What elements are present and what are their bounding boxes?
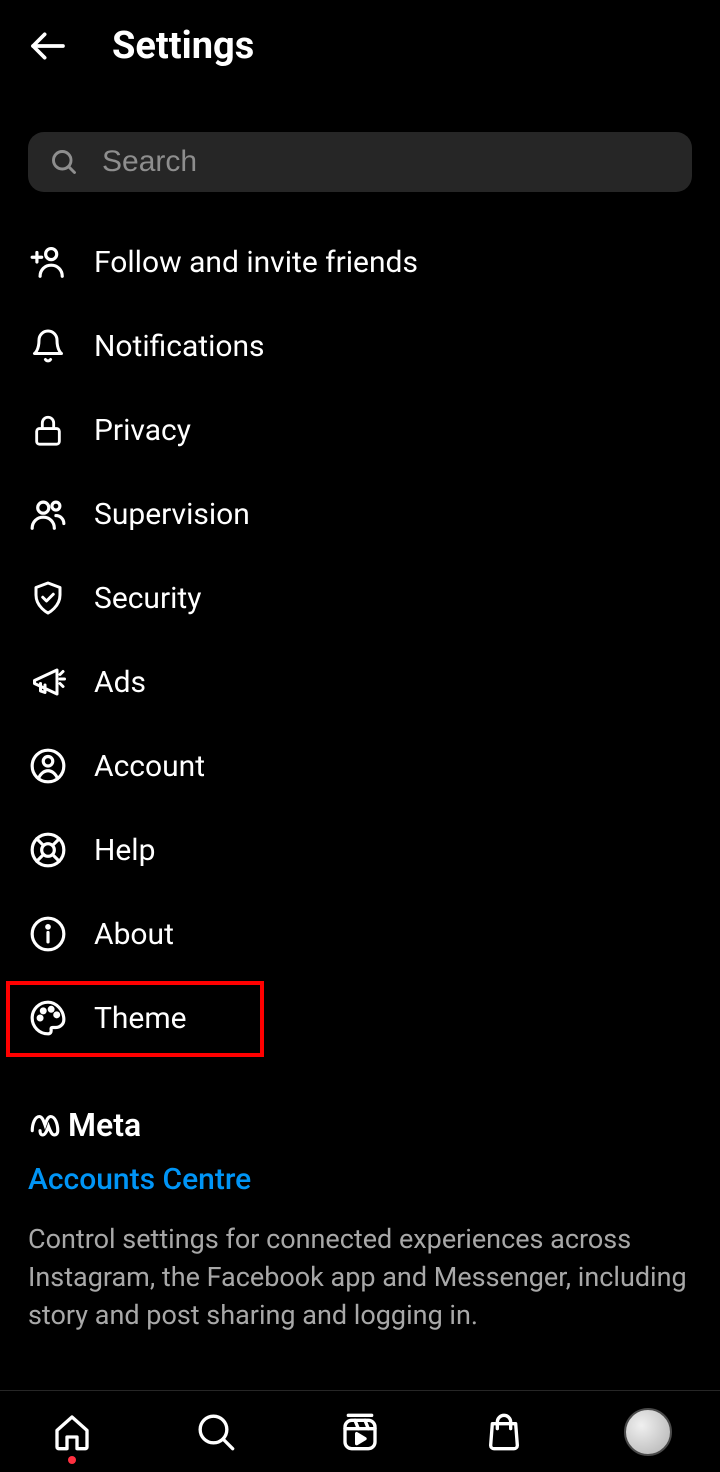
- back-button[interactable]: [28, 26, 68, 66]
- meta-section: Meta Accounts Centre Control settings fo…: [0, 1060, 720, 1334]
- menu-label: Privacy: [94, 413, 191, 448]
- shopping-bag-icon: [484, 1412, 524, 1452]
- settings-menu: Follow and invite friends Notifications …: [0, 220, 720, 1060]
- notification-dot: [68, 1456, 76, 1464]
- nav-profile[interactable]: [624, 1408, 672, 1456]
- search-icon: [50, 148, 78, 176]
- meta-description: Control settings for connected experienc…: [28, 1221, 692, 1334]
- nav-shop[interactable]: [480, 1408, 528, 1456]
- nav-reels[interactable]: [336, 1408, 384, 1456]
- nav-home[interactable]: [48, 1408, 96, 1456]
- info-icon: [28, 914, 68, 954]
- search-bar[interactable]: [28, 132, 692, 192]
- accounts-centre-link[interactable]: Accounts Centre: [28, 1162, 692, 1197]
- menu-item-account[interactable]: Account: [28, 724, 692, 808]
- person-add-icon: [28, 242, 68, 282]
- menu-item-security[interactable]: Security: [28, 556, 692, 640]
- menu-item-ads[interactable]: Ads: [28, 640, 692, 724]
- palette-icon: [28, 998, 68, 1038]
- menu-label: Account: [94, 749, 205, 784]
- bottom-navigation: [0, 1390, 720, 1472]
- menu-item-help[interactable]: Help: [28, 808, 692, 892]
- menu-item-theme[interactable]: Theme: [28, 976, 692, 1060]
- menu-label: Notifications: [94, 329, 265, 364]
- people-icon: [28, 494, 68, 534]
- lock-icon: [28, 410, 68, 450]
- page-title: Settings: [112, 24, 254, 68]
- arrow-left-icon: [28, 26, 68, 66]
- search-input[interactable]: [102, 145, 670, 179]
- search-icon: [196, 1412, 236, 1452]
- bell-icon: [28, 326, 68, 366]
- menu-label: Security: [94, 581, 201, 616]
- nav-search[interactable]: [192, 1408, 240, 1456]
- reels-icon: [340, 1412, 380, 1452]
- meta-logo: Meta: [28, 1106, 692, 1144]
- life-ring-icon: [28, 830, 68, 870]
- megaphone-icon: [28, 662, 68, 702]
- menu-label: Ads: [94, 665, 146, 700]
- user-circle-icon: [28, 746, 68, 786]
- shield-check-icon: [28, 578, 68, 618]
- profile-avatar-icon: [624, 1408, 672, 1456]
- menu-item-supervision[interactable]: Supervision: [28, 472, 692, 556]
- menu-item-notifications[interactable]: Notifications: [28, 304, 692, 388]
- menu-label: Supervision: [94, 497, 250, 532]
- menu-item-about[interactable]: About: [28, 892, 692, 976]
- menu-label: About: [94, 917, 174, 952]
- meta-icon: [28, 1108, 62, 1142]
- settings-header: Settings: [0, 0, 720, 92]
- menu-label: Theme: [94, 1001, 187, 1036]
- meta-brand-text: Meta: [68, 1106, 141, 1144]
- menu-item-follow-invite[interactable]: Follow and invite friends: [28, 220, 692, 304]
- home-icon: [52, 1412, 92, 1452]
- menu-label: Follow and invite friends: [94, 245, 418, 280]
- menu-item-privacy[interactable]: Privacy: [28, 388, 692, 472]
- menu-label: Help: [94, 833, 155, 868]
